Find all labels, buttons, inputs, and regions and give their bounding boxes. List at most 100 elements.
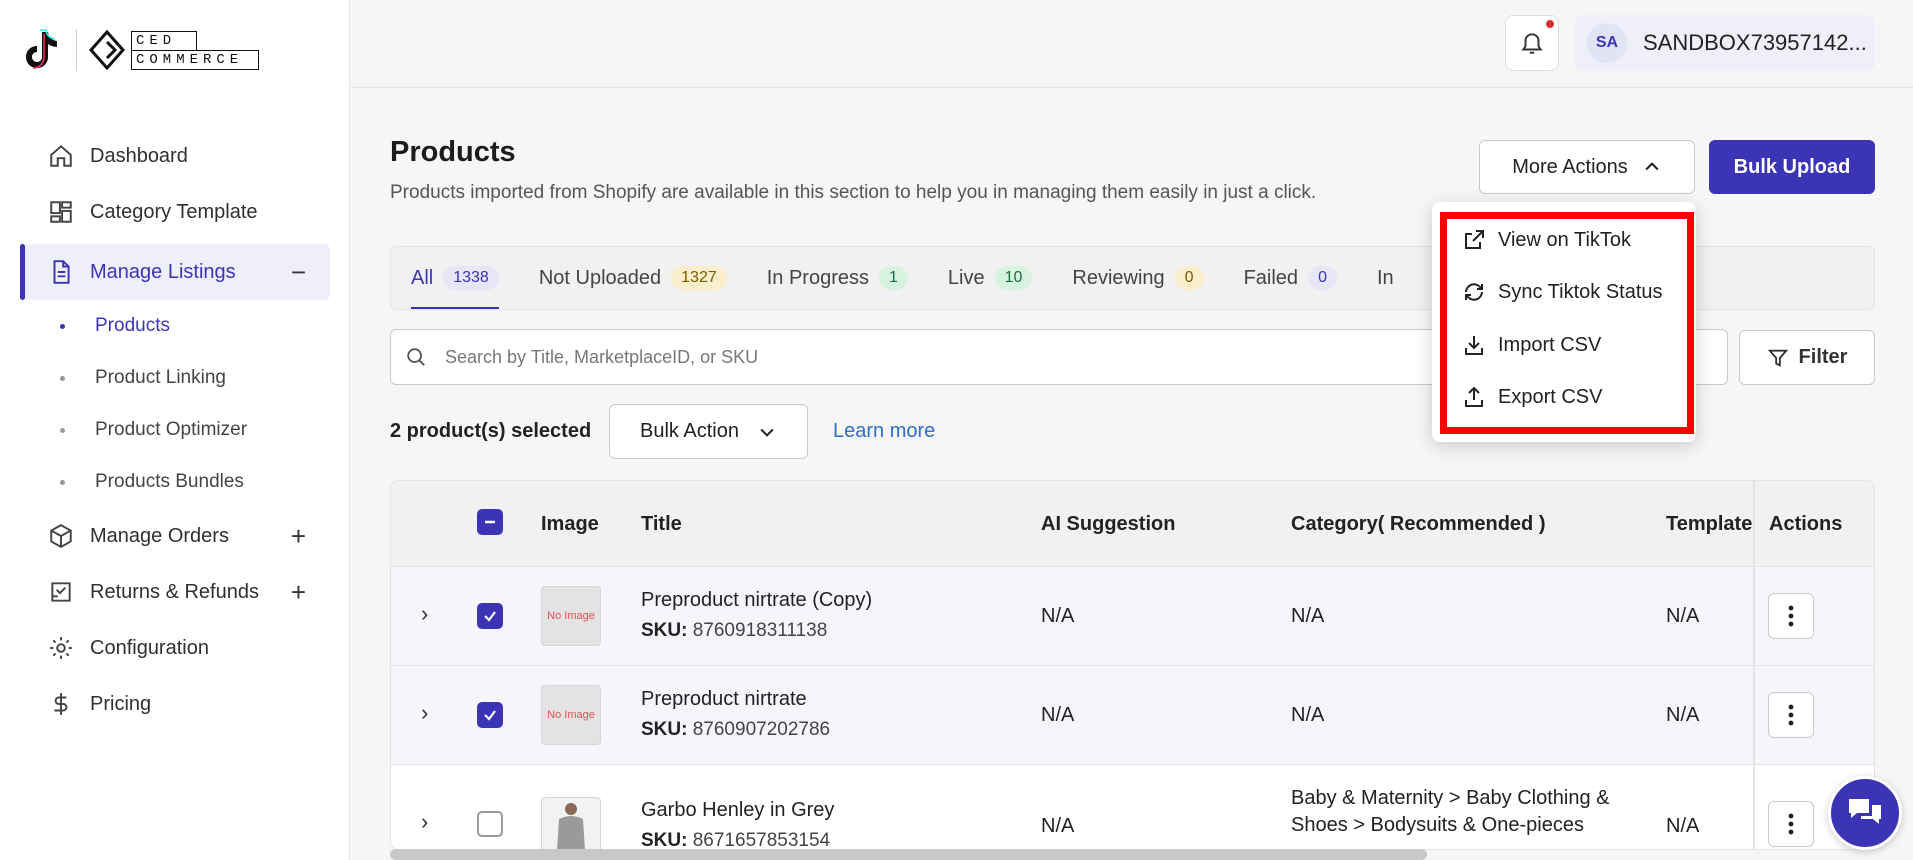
bulk-upload-button[interactable]: Bulk Upload bbox=[1709, 140, 1875, 194]
tab-failed[interactable]: Failed 0 bbox=[1244, 247, 1337, 309]
chevron-right-icon[interactable]: › bbox=[421, 809, 428, 835]
sidebar-subitem-label: Products bbox=[95, 315, 170, 336]
page-title: Products bbox=[390, 136, 516, 168]
box-icon bbox=[50, 524, 72, 548]
dollar-icon bbox=[54, 693, 68, 715]
tab-live[interactable]: Live 10 bbox=[948, 247, 1033, 309]
bulk-action-button[interactable]: Bulk Action bbox=[609, 404, 808, 459]
select-all-checkbox[interactable] bbox=[477, 509, 503, 535]
sidebar-subitem-products-bundles[interactable]: Products Bundles bbox=[20, 456, 330, 508]
sidebar-subitem-product-linking[interactable]: Product Linking bbox=[20, 352, 330, 404]
tab-count: 10 bbox=[994, 266, 1033, 290]
product-title[interactable]: Preproduct nirtrate (Copy) bbox=[641, 589, 872, 612]
product-image-placeholder: No Image bbox=[541, 685, 601, 745]
products-table: Image Title AI Suggestion Category( Reco… bbox=[390, 480, 1875, 850]
expand-toggle[interactable]: + bbox=[291, 577, 306, 608]
row-checkbox[interactable] bbox=[477, 603, 503, 629]
selection-count: 2 product(s) selected bbox=[390, 420, 592, 442]
ai-suggestion-cell: N/A bbox=[1041, 605, 1075, 627]
bulk-action-label: Bulk Action bbox=[640, 420, 739, 442]
sidebar-item-configuration[interactable]: Configuration bbox=[20, 620, 330, 676]
template-cell: N/A bbox=[1666, 704, 1700, 726]
template-cell: N/A bbox=[1666, 605, 1700, 627]
collapse-toggle[interactable]: − bbox=[291, 257, 306, 288]
chevron-down-icon bbox=[760, 428, 774, 437]
template-cell: N/A bbox=[1666, 815, 1700, 837]
menu-item-export-csv[interactable]: Export CSV bbox=[1462, 385, 1602, 409]
expand-toggle[interactable]: + bbox=[291, 521, 306, 552]
sidebar-item-manage-orders[interactable]: Manage Orders + bbox=[20, 508, 330, 564]
user-menu[interactable]: SA SANDBOX73957142... bbox=[1575, 15, 1875, 71]
sidebar: CED COMMERCE Dashboard Category Template… bbox=[0, 0, 350, 860]
tab-label: In bbox=[1376, 266, 1394, 289]
gear-icon bbox=[50, 637, 72, 659]
chevron-right-icon[interactable]: › bbox=[421, 601, 428, 627]
sidebar-item-returns-refunds[interactable]: Returns & Refunds + bbox=[20, 564, 330, 620]
product-sku: SKU: 8671657853154 bbox=[641, 830, 834, 849]
sidebar-item-dashboard[interactable]: Dashboard bbox=[20, 128, 330, 184]
product-image-placeholder: No Image bbox=[541, 586, 601, 646]
filter-button[interactable]: Filter bbox=[1739, 330, 1875, 385]
table-row[interactable]: › No Image Preproduct nirtrate SKU: 8760… bbox=[391, 666, 1874, 765]
bullet-icon bbox=[60, 479, 65, 485]
minus-icon bbox=[485, 520, 495, 524]
menu-item-label: Import CSV bbox=[1498, 333, 1602, 356]
row-actions-button[interactable] bbox=[1768, 692, 1814, 738]
chat-widget-button[interactable] bbox=[1828, 776, 1902, 850]
row-checkbox[interactable] bbox=[477, 702, 503, 728]
more-vertical-icon bbox=[1788, 605, 1794, 627]
product-title-cell: Preproduct nirtrate SKU: 8760907202786 bbox=[641, 688, 830, 741]
menu-item-sync-tiktok-status[interactable]: Sync Tiktok Status bbox=[1462, 280, 1663, 304]
category-cell: N/A bbox=[1291, 605, 1325, 627]
tab-in-progress[interactable]: In Progress 1 bbox=[767, 247, 908, 309]
menu-item-view-on-tiktok[interactable]: View on TikTok bbox=[1462, 228, 1631, 252]
learn-more-link[interactable]: Learn more bbox=[833, 420, 935, 443]
row-checkbox[interactable] bbox=[477, 811, 503, 837]
user-name: SANDBOX73957142... bbox=[1643, 30, 1867, 55]
tiktok-logo-icon bbox=[26, 29, 57, 69]
column-header-title: Title bbox=[641, 513, 682, 535]
home-icon bbox=[50, 144, 72, 167]
sidebar-item-manage-listings[interactable]: Manage Listings − bbox=[20, 244, 330, 300]
sidebar-subitem-label: Product Linking bbox=[95, 367, 226, 388]
category-cell: N/A bbox=[1291, 704, 1325, 726]
row-actions-button[interactable] bbox=[1768, 801, 1814, 847]
product-title[interactable]: Preproduct nirtrate bbox=[641, 688, 830, 711]
product-title-cell: Garbo Henley in Grey SKU: 8671657853154 bbox=[641, 799, 834, 849]
product-sku: SKU: 8760907202786 bbox=[641, 719, 830, 741]
sku-label: SKU: bbox=[641, 719, 688, 740]
more-actions-button[interactable]: More Actions bbox=[1479, 140, 1695, 194]
sidebar-nav: Dashboard Category Template Manage Listi… bbox=[20, 128, 330, 732]
page-subtitle: Products imported from Shopify are avail… bbox=[390, 182, 1317, 203]
menu-item-label: Sync Tiktok Status bbox=[1498, 280, 1663, 303]
menu-item-import-csv[interactable]: Import CSV bbox=[1462, 333, 1601, 357]
tab-not-uploaded[interactable]: Not Uploaded 1327 bbox=[539, 247, 727, 309]
sku-value: 8760907202786 bbox=[692, 719, 831, 740]
sync-icon bbox=[1465, 283, 1483, 301]
more-vertical-icon bbox=[1788, 704, 1794, 726]
ai-suggestion-cell: N/A bbox=[1041, 815, 1075, 837]
tab-all[interactable]: All 1338 bbox=[411, 247, 499, 309]
row-actions-button[interactable] bbox=[1768, 593, 1814, 639]
horizontal-scrollbar[interactable] bbox=[390, 849, 1427, 860]
tab-reviewing[interactable]: Reviewing 0 bbox=[1072, 247, 1204, 309]
wordmark-bottom: COMMERCE bbox=[131, 49, 259, 70]
product-title[interactable]: Garbo Henley in Grey bbox=[641, 799, 834, 822]
wordmark-top: CED bbox=[131, 30, 197, 50]
column-header-image: Image bbox=[541, 513, 599, 535]
sidebar-item-category-template[interactable]: Category Template bbox=[20, 184, 330, 240]
search-input[interactable] bbox=[445, 346, 1545, 368]
table-row[interactable]: › Garbo Henley in Grey SKU: 867165785315… bbox=[391, 765, 1874, 849]
tab-count: 0 bbox=[1174, 266, 1204, 290]
tab-truncated[interactable]: In bbox=[1376, 247, 1394, 309]
sidebar-item-pricing[interactable]: Pricing bbox=[20, 676, 330, 732]
tab-label: All bbox=[411, 266, 434, 289]
notifications-button[interactable] bbox=[1505, 15, 1559, 71]
chevron-right-icon[interactable]: › bbox=[421, 700, 428, 726]
column-header-ai-suggestion: AI Suggestion bbox=[1041, 513, 1176, 535]
sidebar-subitem-products[interactable]: Products bbox=[20, 300, 330, 352]
table-row[interactable]: › No Image Preproduct nirtrate (Copy) SK… bbox=[391, 567, 1874, 666]
sidebar-subitem-label: Products Bundles bbox=[95, 471, 244, 492]
app-logo[interactable]: CED COMMERCE bbox=[20, 28, 259, 72]
sidebar-subitem-product-optimizer[interactable]: Product Optimizer bbox=[20, 404, 330, 456]
